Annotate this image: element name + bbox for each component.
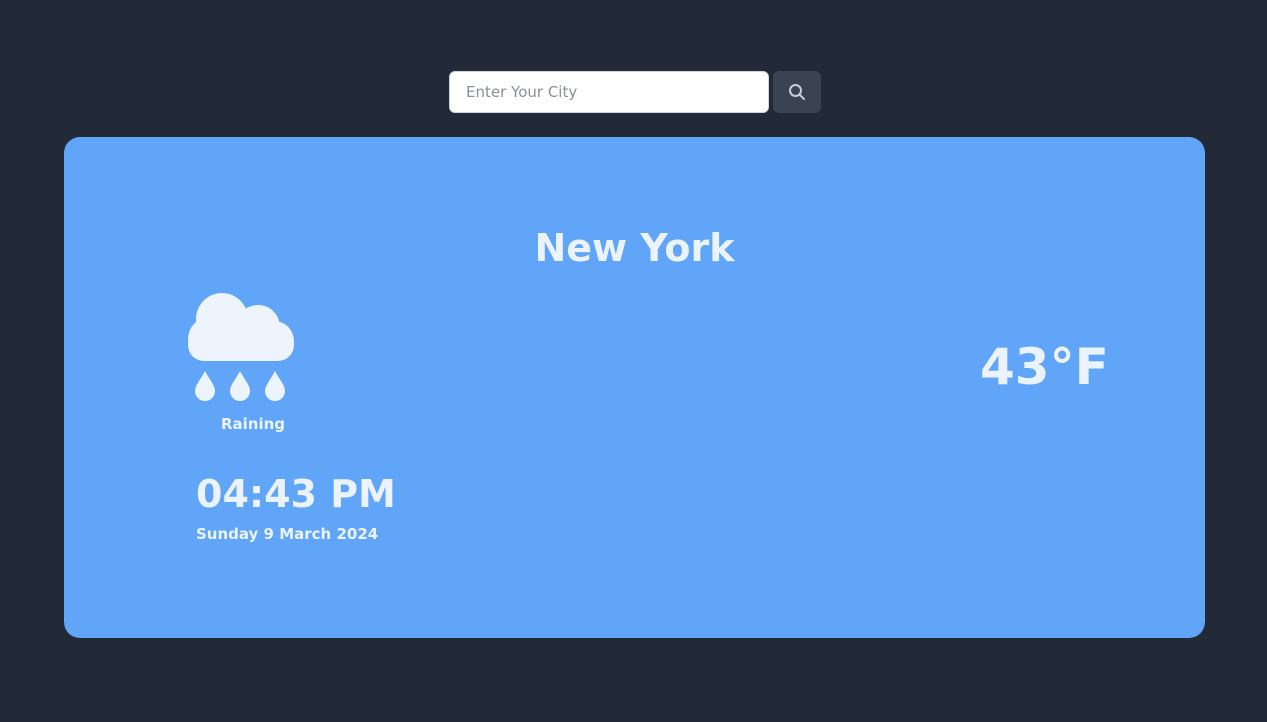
temperature: 43°F xyxy=(980,338,1109,396)
city-search-input[interactable] xyxy=(449,71,769,113)
rain-cloud-icon xyxy=(188,293,294,401)
local-time: 04:43 PM xyxy=(196,472,396,516)
search-button[interactable] xyxy=(773,71,821,113)
local-date: Sunday 9 March 2024 xyxy=(196,525,379,543)
city-name: New York xyxy=(534,226,735,270)
search-bar xyxy=(449,71,821,113)
search-icon xyxy=(789,84,805,100)
weather-condition-label: Raining xyxy=(220,415,286,433)
weather-card: New York Raining 04:43 PM Sunday 9 March… xyxy=(64,137,1205,638)
